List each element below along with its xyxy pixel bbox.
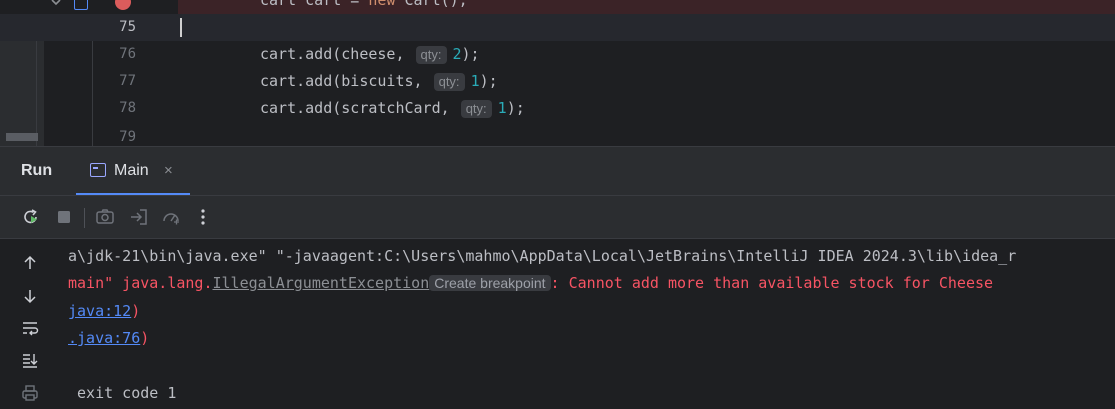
code-line[interactable]: 78 cart.add(scratchCard, qty: 1); — [0, 95, 1115, 122]
tab-main[interactable]: Main × — [76, 147, 190, 195]
console-icon — [90, 163, 106, 177]
code-line[interactable]: 76 cart.add(cheese, qty: 2); — [0, 41, 1115, 68]
parameter-hint: qty: — [460, 100, 492, 118]
code-text: cart cart = new Cart(); — [260, 0, 468, 9]
code-text: cart.add(cheese, qty: 2); — [260, 45, 480, 64]
fold-chevron-icon[interactable] — [50, 0, 62, 8]
code-line[interactable]: 77 cart.add(biscuits, qty: 1); — [0, 68, 1115, 95]
line-number: 76 — [119, 46, 136, 62]
arrow-up-icon[interactable] — [19, 252, 41, 274]
parameter-hint: qty: — [415, 46, 447, 64]
line-number: 75 — [119, 19, 136, 35]
create-breakpoint-button[interactable]: Create breakpoint — [429, 275, 551, 291]
console-line-command: a\jdk-21\bin\java.exe" "-javaagent:C:\Us… — [68, 247, 1017, 265]
parameter-hint: qty: — [433, 73, 465, 91]
exception-link[interactable]: IllegalArgumentException — [213, 274, 430, 292]
stop-icon[interactable] — [53, 206, 75, 228]
screenshot-icon[interactable] — [94, 206, 116, 228]
console-line-exit: exit code 1 — [68, 384, 177, 402]
run-toolbar — [0, 195, 1115, 239]
console-side-toolbar — [0, 239, 56, 409]
divider — [84, 208, 85, 228]
line-number: 78 — [119, 100, 136, 116]
code-line-current[interactable]: 75 — [0, 14, 1115, 41]
rerun-icon[interactable] — [20, 206, 42, 228]
code-editor[interactable]: cart cart = new Cart(); 75 76 cart.add(c… — [0, 0, 1115, 146]
console-line-trace: .java:76) — [68, 329, 150, 347]
line-number: 79 — [119, 129, 136, 145]
print-icon[interactable] — [19, 382, 41, 404]
arrow-down-icon[interactable] — [19, 285, 41, 307]
close-tab-button[interactable]: × — [164, 147, 173, 195]
code-text: cart.add(scratchCard, qty: 1); — [260, 99, 525, 118]
console-line-exception: main" java.lang.IllegalArgumentException… — [68, 273, 993, 293]
tab-label: Main — [114, 162, 149, 179]
profiler-icon[interactable] — [160, 206, 182, 228]
stack-trace-link[interactable]: .java:76 — [68, 329, 140, 347]
line-number: 77 — [119, 73, 136, 89]
scroll-to-end-icon[interactable] — [19, 349, 41, 371]
stack-trace-link[interactable]: java:12 — [68, 302, 131, 320]
run-tool-window-header: Run Main × — [0, 147, 1115, 195]
soft-wrap-icon[interactable] — [19, 317, 41, 339]
error-text: main" java.lang. — [68, 274, 213, 292]
code-line[interactable]: 79 — [0, 124, 1115, 146]
text-caret — [180, 18, 182, 37]
more-icon[interactable] — [192, 206, 214, 228]
bookmark-icon[interactable] — [74, 0, 88, 10]
gutter-segment — [0, 0, 178, 14]
code-line[interactable]: cart cart = new Cart(); — [0, 0, 1115, 14]
code-text: cart.add(biscuits, qty: 1); — [260, 72, 498, 91]
console-line-trace: java:12) — [68, 302, 141, 320]
error-message: : Cannot add more than available stock f… — [550, 274, 994, 292]
console-output[interactable]: a\jdk-21\bin\java.exe" "-javaagent:C:\Us… — [0, 239, 1115, 409]
tool-window-title: Run — [21, 162, 53, 179]
restore-layout-icon[interactable] — [128, 206, 150, 228]
